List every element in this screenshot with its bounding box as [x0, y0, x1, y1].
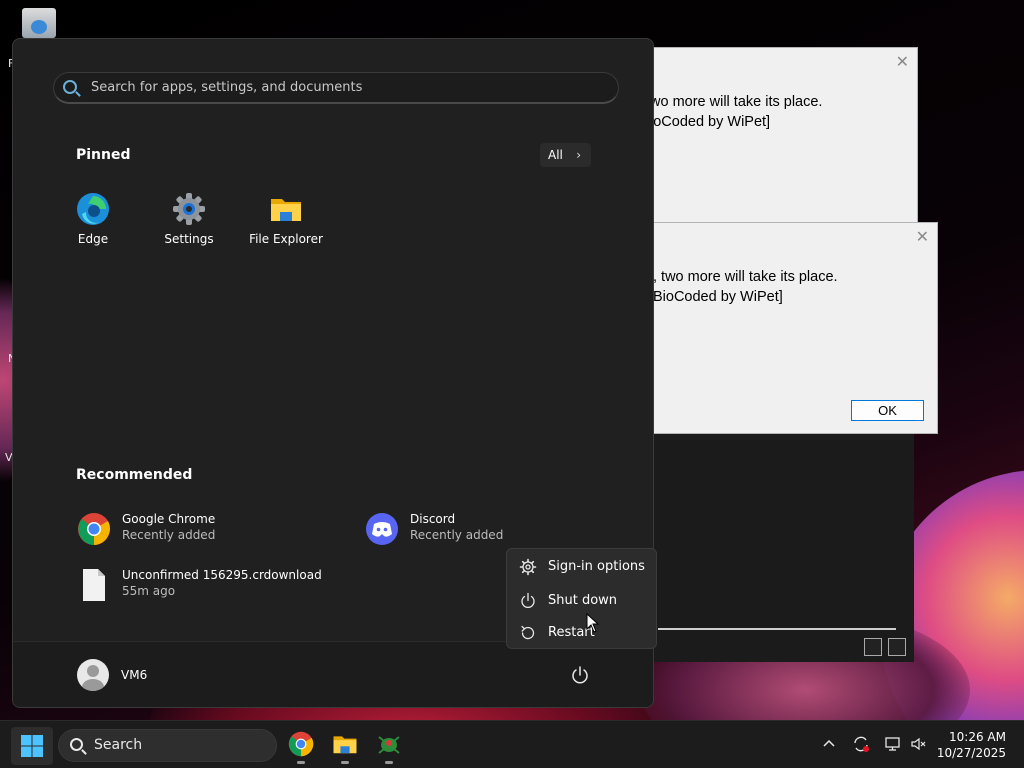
- search-icon: [70, 738, 83, 751]
- folder-icon-graphic: [271, 199, 301, 221]
- edge-icon: [76, 192, 110, 226]
- dialog-message: , two more will take its place. BioCoded…: [653, 267, 838, 307]
- file-icon-graphic: [83, 569, 105, 601]
- all-apps-button[interactable]: All ›: [540, 143, 591, 167]
- power-menu-label: Sign-in options: [548, 559, 645, 574]
- restart-icon: [521, 625, 535, 640]
- pinned-app-settings[interactable]: Settings: [144, 192, 234, 246]
- dialog-message-line: ioCoded by WiPet]: [650, 114, 771, 130]
- start-search-input[interactable]: Search for apps, settings, and documents: [53, 72, 619, 104]
- settings-icon-graphic: [173, 193, 205, 225]
- discord-icon: [365, 512, 399, 546]
- chrome-icon: [77, 512, 111, 546]
- dialog-message-line: BioCoded by WiPet]: [653, 289, 783, 305]
- recommended-subtitle: Recently added: [410, 528, 504, 542]
- taskbar: Search 10:26 AM 10/27/2025: [0, 720, 1024, 768]
- pinned-app-label: Settings: [164, 232, 214, 246]
- dialog-message-line: wo more will take its place.: [650, 94, 823, 110]
- chevron-right-icon: ›: [576, 148, 581, 162]
- recommended-subtitle: Recently added: [122, 528, 216, 542]
- window-divider: [658, 628, 896, 630]
- discord-icon-graphic: [366, 513, 398, 545]
- edge-icon-graphic: [77, 193, 109, 225]
- folder-icon: [269, 192, 303, 226]
- clock-date: 10/27/2025: [936, 746, 1006, 760]
- start-button[interactable]: [11, 727, 53, 765]
- list-view-icon[interactable]: [864, 638, 882, 656]
- network-icon[interactable]: [884, 735, 902, 753]
- taskbar-chrome[interactable]: [288, 731, 314, 764]
- sync-icon[interactable]: [852, 735, 870, 753]
- search-placeholder: Search for apps, settings, and documents: [91, 80, 363, 95]
- recycle-bin-icon[interactable]: [22, 8, 56, 38]
- recommended-item-discord[interactable]: Discord Recently added: [365, 510, 565, 550]
- taskbar-clock[interactable]: 10:26 AM 10/27/2025: [937, 729, 1006, 761]
- folder-icon: [333, 736, 357, 754]
- dialog-message-line: , two more will take its place.: [653, 269, 838, 285]
- background-window: [654, 432, 914, 662]
- taskbar-unknown-app[interactable]: [376, 731, 402, 764]
- power-menu-label: Shut down: [548, 593, 618, 608]
- pinned-app-label: Edge: [77, 232, 109, 246]
- taskbar-file-explorer[interactable]: [332, 731, 358, 764]
- volume-graphic: [911, 737, 926, 751]
- user-avatar[interactable]: [77, 659, 109, 691]
- mouse-cursor-icon: [586, 613, 600, 633]
- message-dialog-back: ✕ wo more will take its place. ioCoded b…: [650, 47, 918, 225]
- sync-graphic: [854, 736, 869, 752]
- tile-view-icon[interactable]: [888, 638, 906, 656]
- message-dialog-front: ✕ , two more will take its place. BioCod…: [652, 222, 938, 434]
- windows-logo-icon: [21, 735, 43, 757]
- power-icon: [572, 666, 588, 684]
- gear-icon: [519, 558, 537, 576]
- network-graphic: [885, 737, 900, 751]
- recommended-heading: Recommended: [76, 467, 193, 483]
- recommended-name: Discord: [410, 512, 456, 526]
- clock-time: 10:26 AM: [949, 730, 1006, 744]
- pinned-app-label: File Explorer: [249, 232, 323, 246]
- chevron-up-graphic: [823, 739, 835, 747]
- taskbar-search[interactable]: Search: [58, 729, 277, 762]
- close-icon[interactable]: ✕: [896, 52, 909, 71]
- pinned-app-file-explorer[interactable]: File Explorer: [241, 192, 331, 246]
- dialog-message: wo more will take its place. ioCoded by …: [650, 92, 822, 132]
- pinned-app-edge[interactable]: Edge: [48, 192, 138, 246]
- chrome-icon-graphic: [78, 513, 110, 545]
- power-button[interactable]: [569, 664, 591, 686]
- power-menu-sign-in-options[interactable]: Sign-in options: [507, 551, 656, 581]
- recommended-item-download[interactable]: Unconfirmed 156295.crdownload 55m ago: [77, 566, 337, 606]
- power-icon: [521, 592, 535, 608]
- recommended-subtitle: 55m ago: [122, 584, 176, 598]
- chevron-up-icon[interactable]: [821, 735, 839, 753]
- search-icon: [63, 80, 77, 94]
- power-menu-restart[interactable]: Restart: [507, 617, 656, 647]
- running-indicator: [297, 761, 305, 764]
- chrome-icon: [288, 731, 314, 757]
- close-icon[interactable]: ✕: [916, 227, 929, 246]
- taskbar-search-label: Search: [94, 737, 143, 753]
- recommended-item-chrome[interactable]: Google Chrome Recently added: [77, 510, 277, 550]
- recommended-name: Unconfirmed 156295.crdownload: [122, 568, 322, 582]
- avatar-head: [87, 665, 99, 677]
- running-indicator: [341, 761, 349, 764]
- recommended-name: Google Chrome: [122, 512, 216, 526]
- file-icon: [77, 568, 111, 602]
- power-menu-shut-down[interactable]: Shut down: [507, 585, 656, 615]
- all-apps-label: All: [548, 148, 563, 162]
- pinned-heading: Pinned: [76, 147, 131, 163]
- power-menu: Sign-in options Shut down Restart: [506, 548, 657, 649]
- settings-gear-icon: [172, 192, 206, 226]
- running-indicator: [385, 761, 393, 764]
- volume-muted-icon[interactable]: [910, 735, 928, 753]
- avatar-body: [82, 679, 104, 691]
- bug-app-icon: [378, 736, 400, 754]
- start-footer: VM6: [13, 641, 653, 707]
- user-name[interactable]: VM6: [121, 668, 147, 682]
- recycle-symbol: [31, 20, 47, 34]
- ok-button[interactable]: OK: [851, 400, 924, 421]
